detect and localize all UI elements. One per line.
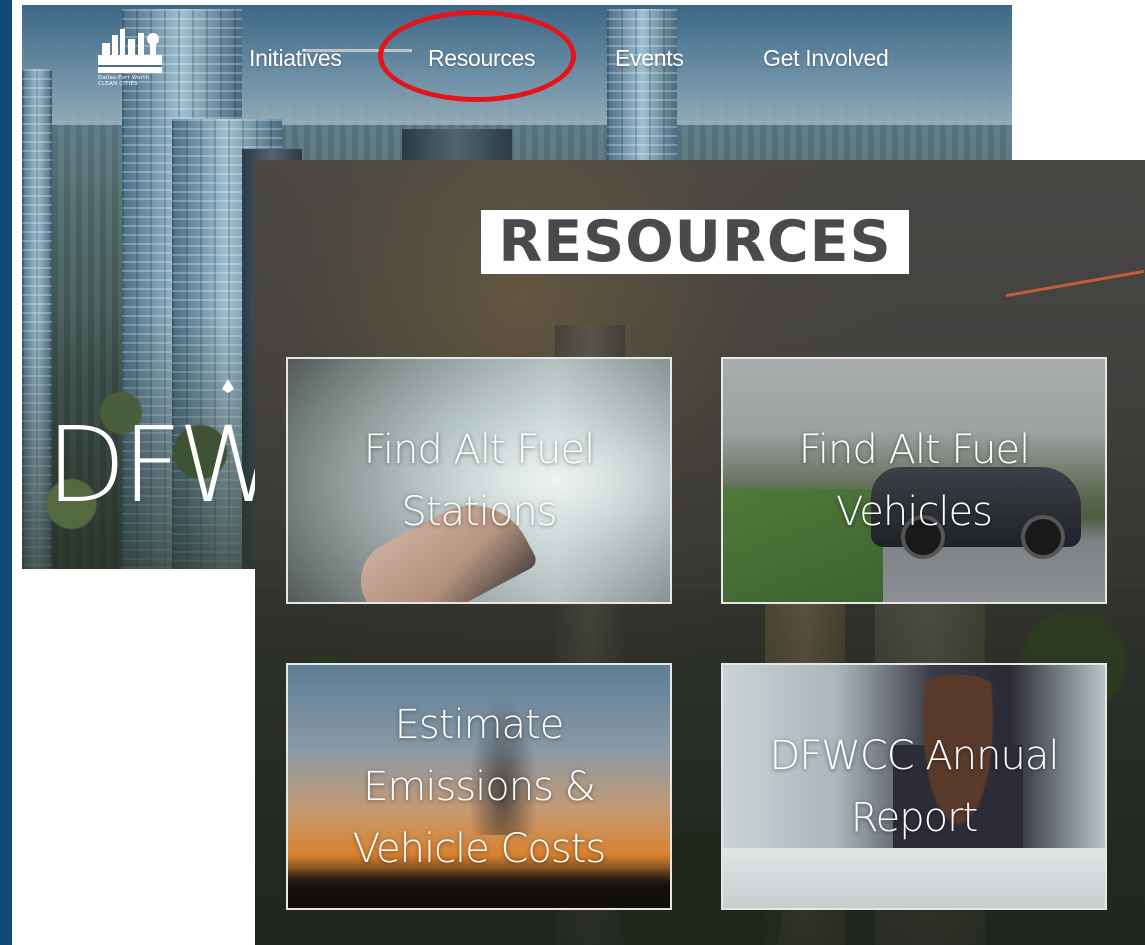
nav-events[interactable]: Events	[615, 45, 684, 72]
tile-annual-report[interactable]: DFWCC Annual Report	[721, 663, 1107, 910]
page-title: RESOURCES	[498, 209, 892, 275]
tile-estimate-emissions[interactable]: Estimate Emissions & Vehicle Costs	[286, 663, 672, 910]
nav-get-involved[interactable]: Get Involved	[763, 45, 889, 72]
hero-title: DFW	[46, 404, 281, 526]
logo-caption-line2: CLEAN CITIES	[98, 81, 138, 87]
logo-caption: Dallas-Fort Worth CLEAN CITIES	[98, 75, 168, 87]
nav-initiatives[interactable]: Initiatives	[249, 45, 342, 72]
tile-photo-desk	[723, 848, 1105, 908]
tile-find-alt-fuel-vehicles[interactable]: Find Alt Fuel Vehicles	[721, 357, 1107, 604]
resources-highlight-circle	[378, 10, 576, 102]
tile-label: Find Alt Fuel Vehicles	[798, 426, 1030, 535]
crane	[1005, 269, 1145, 298]
resources-page-screenshot: RESOURCES Find Alt Fuel Stations Find Al…	[255, 160, 1145, 945]
page-edge-strip	[0, 0, 12, 945]
diamond-icon	[222, 379, 234, 393]
tile-find-alt-fuel-stations[interactable]: Find Alt Fuel Stations	[286, 357, 672, 604]
page-title-box: RESOURCES	[481, 209, 909, 275]
tile-label: Estimate Emissions & Vehicle Costs	[352, 701, 607, 872]
homepage-nav: Dallas-Fort Worth CLEAN CITIES Initiativ…	[22, 5, 1012, 115]
dfwcc-logo[interactable]: Dallas-Fort Worth CLEAN CITIES	[98, 25, 162, 97]
tile-label: Find Alt Fuel Stations	[363, 426, 595, 535]
skyline-logo-icon	[98, 29, 162, 73]
tile-label: DFWCC Annual Report	[769, 732, 1060, 841]
